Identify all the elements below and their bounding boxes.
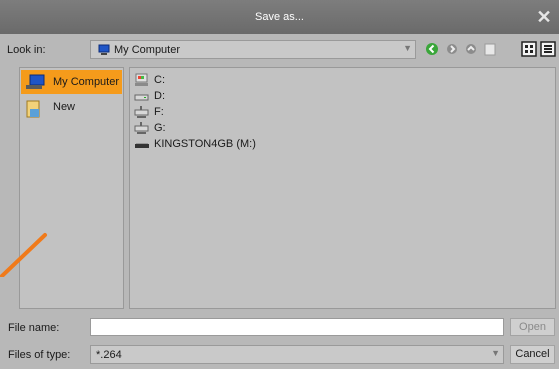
sidebar-item-label: My Computer: [53, 76, 120, 88]
list-item-label: F:: [154, 106, 164, 118]
detail-view-icon[interactable]: [540, 41, 556, 57]
back-icon[interactable]: [424, 41, 440, 57]
sidebar-item-my-computer[interactable]: My Computer: [21, 70, 122, 94]
look-in-value: My Computer: [114, 44, 181, 56]
file-list: C: D: F: G: KINGSTON4GB (M:): [129, 67, 556, 309]
computer-icon: [97, 44, 111, 59]
list-item-label: D:: [154, 90, 165, 102]
network-drive-icon: [134, 121, 150, 138]
list-item-label: KINGSTON4GB (M:): [154, 138, 256, 150]
open-button[interactable]: Open: [510, 318, 555, 336]
list-item-label: G:: [154, 122, 166, 134]
window-title: Save as...: [255, 11, 304, 23]
sidebar-item-new[interactable]: New: [21, 95, 122, 119]
computer-icon: [25, 74, 47, 93]
forward-icon[interactable]: [444, 41, 460, 57]
folder-icon: [25, 99, 43, 122]
usb-drive-icon: [134, 137, 150, 154]
list-view-icon[interactable]: [521, 41, 537, 57]
file-type-label: Files of type:: [8, 349, 71, 361]
network-drive-icon: [134, 105, 150, 122]
file-type-dropdown[interactable]: *.264 ▼: [90, 345, 504, 364]
look-in-dropdown[interactable]: My Computer ▼: [90, 40, 416, 59]
system-drive-icon: [134, 73, 150, 90]
list-item-label: C:: [154, 74, 165, 86]
title-bar[interactable]: Save as... ✕: [0, 0, 559, 34]
up-folder-icon[interactable]: [463, 41, 479, 57]
file-name-field[interactable]: [90, 318, 504, 336]
look-in-label: Look in:: [7, 44, 46, 56]
file-type-value: *.264: [96, 349, 122, 361]
chevron-down-icon[interactable]: ▼: [403, 43, 412, 53]
chevron-down-icon[interactable]: ▼: [491, 348, 500, 358]
sidebar-item-label: New: [53, 101, 76, 113]
orange-arrow-annotation: [0, 232, 50, 280]
cancel-button[interactable]: Cancel: [510, 345, 555, 364]
close-icon[interactable]: ✕: [533, 6, 555, 28]
save-as-dialog: Save as... ✕ Look in: My Computer ▼ My C…: [0, 0, 559, 369]
file-name-label: File name:: [8, 322, 60, 334]
drive-icon: [134, 89, 150, 106]
new-folder-icon[interactable]: [482, 41, 498, 57]
